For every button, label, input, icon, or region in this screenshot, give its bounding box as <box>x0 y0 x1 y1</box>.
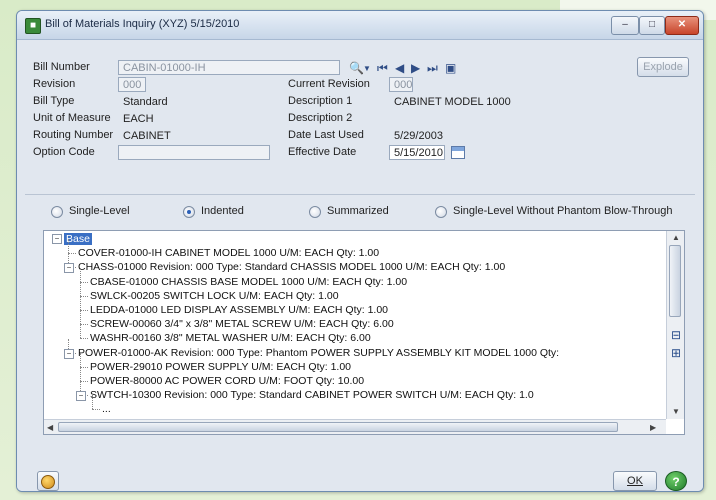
tree-connector <box>80 324 88 326</box>
tree-row[interactable]: COVER-01000-IH CABINET MODEL 1000 U/M: E… <box>78 246 379 260</box>
tree-vertical-scrollbar[interactable]: ▲ ▼ <box>666 231 684 419</box>
lookup-dropdown-icon[interactable]: ▼ <box>363 64 371 73</box>
tree-row[interactable]: POWER-01000-AK Revision: 000 Type: Phant… <box>78 346 559 360</box>
tree-connector <box>80 352 81 367</box>
previous-record-icon[interactable]: ◀ <box>395 61 404 75</box>
horizontal-scroll-thumb[interactable] <box>58 422 618 432</box>
summarized-radio[interactable] <box>309 206 321 218</box>
description2-label: Description 2 <box>288 112 353 124</box>
routing-number-value: CABINET <box>123 130 171 142</box>
vertical-scroll-thumb[interactable] <box>669 245 681 317</box>
tree-connector <box>80 324 81 339</box>
bom-inquiry-window: ■ Bill of Materials Inquiry (XYZ) 5/15/2… <box>16 10 704 492</box>
bom-tree-content: − Base COVER-01000-IH CABINET MODEL 1000 U… <box>44 231 664 419</box>
current-revision-field[interactable]: 000 <box>389 77 413 92</box>
help-globe-icon <box>41 475 55 489</box>
tree-connector <box>80 281 88 283</box>
maximize-button[interactable]: □ <box>639 16 665 35</box>
tree-expander-icon[interactable]: − <box>64 263 74 274</box>
tree-row[interactable]: POWER-80000 AC POWER CORD U/M: FOOT Qty:… <box>90 374 364 388</box>
description1-label: Description 1 <box>288 95 353 107</box>
option-code-label: Option Code <box>33 146 95 158</box>
tree-connector <box>80 295 88 297</box>
view-options: Single-Level Indented Summarized Single-… <box>17 203 703 223</box>
calendar-icon[interactable] <box>451 146 465 159</box>
first-record-icon[interactable]: ⏮ <box>377 61 388 76</box>
ok-button[interactable]: OK <box>613 471 657 491</box>
bom-tree-view[interactable]: − Base COVER-01000-IH CABINET MODEL 1000 U… <box>43 230 685 435</box>
date-last-used-label: Date Last Used <box>288 129 364 141</box>
tree-connector <box>80 310 88 311</box>
indented-label: Indented <box>201 205 244 217</box>
date-last-used-value: 5/29/2003 <box>394 130 443 142</box>
bill-number-field[interactable]: CABIN-01000-IH <box>118 60 340 75</box>
uom-value: EACH <box>123 113 154 125</box>
tree-row[interactable]: POWER-29010 POWER SUPPLY U/M: EACH Qty: … <box>90 360 351 374</box>
tree-connector <box>80 296 81 310</box>
explode-button[interactable]: Explode <box>637 57 689 77</box>
revision-field[interactable]: 000 <box>118 77 146 92</box>
indented-radio[interactable] <box>183 206 195 218</box>
tree-expander-icon[interactable]: − <box>64 348 74 359</box>
tree-row[interactable]: SWLCK-00205 SWITCH LOCK U/M: EACH Qty: 1… <box>90 289 339 303</box>
single-level-radio[interactable] <box>51 206 63 218</box>
help-icon[interactable]: ? <box>665 471 687 491</box>
single-level-label: Single-Level <box>69 205 130 217</box>
description1-value: CABINET MODEL 1000 <box>394 96 511 108</box>
last-record-icon[interactable]: ⏭ <box>427 61 438 76</box>
tree-row[interactable]: WASHR-00160 3/8" METAL WASHER U/M: EACH … <box>90 331 371 345</box>
scroll-left-icon[interactable]: ◀ <box>47 423 53 432</box>
tree-expander-icon[interactable]: − <box>76 391 86 402</box>
close-button[interactable]: ✕ <box>665 16 699 35</box>
revision-label: Revision <box>33 78 76 90</box>
app-icon: ■ <box>25 18 41 34</box>
tree-connector <box>80 281 81 296</box>
effective-date-label: Effective Date <box>288 146 357 158</box>
tree-connector <box>80 367 81 381</box>
bill-type-value: Standard <box>123 96 168 108</box>
tree-row[interactable]: CHASS-01000 Revision: 000 Type: Standard… <box>78 260 505 274</box>
tree-connector <box>68 253 76 255</box>
bill-number-label: Bill Number <box>33 61 90 73</box>
option-code-field[interactable] <box>118 145 270 160</box>
bill-type-label: Bill Type <box>33 95 75 107</box>
tree-connector <box>68 239 69 254</box>
collapse-all-icon[interactable]: ⊞ <box>671 346 687 360</box>
tree-connector <box>80 366 88 368</box>
tree-row[interactable]: CBASE-01000 CHASSIS BASE MODEL 1000 U/M:… <box>90 275 407 289</box>
summarized-label: Summarized <box>327 205 389 217</box>
tree-horizontal-scrollbar[interactable]: ◀ ▶ <box>44 419 666 434</box>
tree-row[interactable]: SCREW-00060 3/4" x 3/8" METAL SCREW U/M:… <box>90 317 394 331</box>
help-button[interactable] <box>37 471 59 491</box>
expand-all-icon[interactable]: ⊟ <box>671 328 687 342</box>
tree-connector <box>92 409 100 411</box>
record-memo-icon[interactable]: ▣ <box>445 61 456 75</box>
scroll-down-icon[interactable]: ▼ <box>672 407 680 416</box>
tree-row[interactable]: LEDDA-01000 LED DISPLAY ASSEMBLY U/M: EA… <box>90 303 388 317</box>
title-bar: ■ Bill of Materials Inquiry (XYZ) 5/15/2… <box>17 11 703 40</box>
next-record-icon[interactable]: ▶ <box>411 61 420 75</box>
tree-connector <box>80 310 81 325</box>
uom-label: Unit of Measure <box>33 112 111 124</box>
minimize-button[interactable]: – <box>611 16 639 35</box>
root-expander-icon[interactable]: − <box>52 234 62 244</box>
tree-row[interactable]: ... <box>102 402 111 416</box>
tree-connector <box>80 267 81 282</box>
window-title: Bill of Materials Inquiry (XYZ) 5/15/201… <box>45 18 240 30</box>
scroll-up-icon[interactable]: ▲ <box>672 233 680 242</box>
window-content: Bill Number CABIN-01000-IH Revision 000 … <box>17 40 703 491</box>
lookup-icon[interactable]: 🔍 <box>349 61 364 75</box>
tree-row[interactable]: SWTCH-10300 Revision: 000 Type: Standard… <box>90 388 534 402</box>
effective-date-field[interactable]: 5/15/2010 <box>389 145 445 160</box>
tree-connector <box>80 381 88 382</box>
tree-connector <box>92 395 93 410</box>
single-level-without-phantom-radio[interactable] <box>435 206 447 218</box>
single-level-without-phantom-label: Single-Level Without Phantom Blow-Throug… <box>453 205 673 217</box>
header-separator <box>25 194 695 195</box>
current-revision-label: Current Revision <box>288 78 370 90</box>
tree-connector <box>80 338 88 340</box>
scroll-right-icon[interactable]: ▶ <box>650 423 656 432</box>
routing-number-label: Routing Number <box>33 129 114 141</box>
description2-value <box>389 111 569 126</box>
